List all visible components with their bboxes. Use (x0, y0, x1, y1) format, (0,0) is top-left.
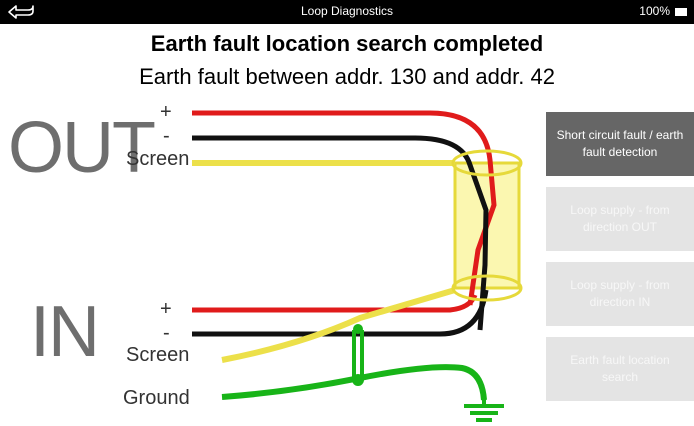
out-minus-wire (192, 135, 489, 331)
ground-symbol-icon (464, 398, 504, 422)
in-direction-label: IN (30, 292, 100, 372)
in-screen-label: Screen (126, 344, 190, 366)
in-screen-wire (221, 287, 456, 363)
out-screen-label: Screen (126, 148, 190, 170)
out-minus-label: - (163, 125, 170, 147)
earth-fault-location-search-button[interactable]: Earth fault location search (546, 337, 694, 401)
out-plus-label: + (160, 101, 172, 123)
in-minus-label: - (163, 322, 170, 344)
loop-supply-in-button[interactable]: Loop supply - from direction IN (546, 262, 694, 326)
in-plus-label: + (160, 298, 172, 320)
short-circuit-earth-fault-button[interactable]: Short circuit fault / earth fault detect… (546, 112, 694, 176)
loop-supply-out-button[interactable]: Loop supply - from direction OUT (546, 187, 694, 251)
ground-connector (352, 330, 364, 380)
ground-label: Ground (123, 387, 190, 409)
